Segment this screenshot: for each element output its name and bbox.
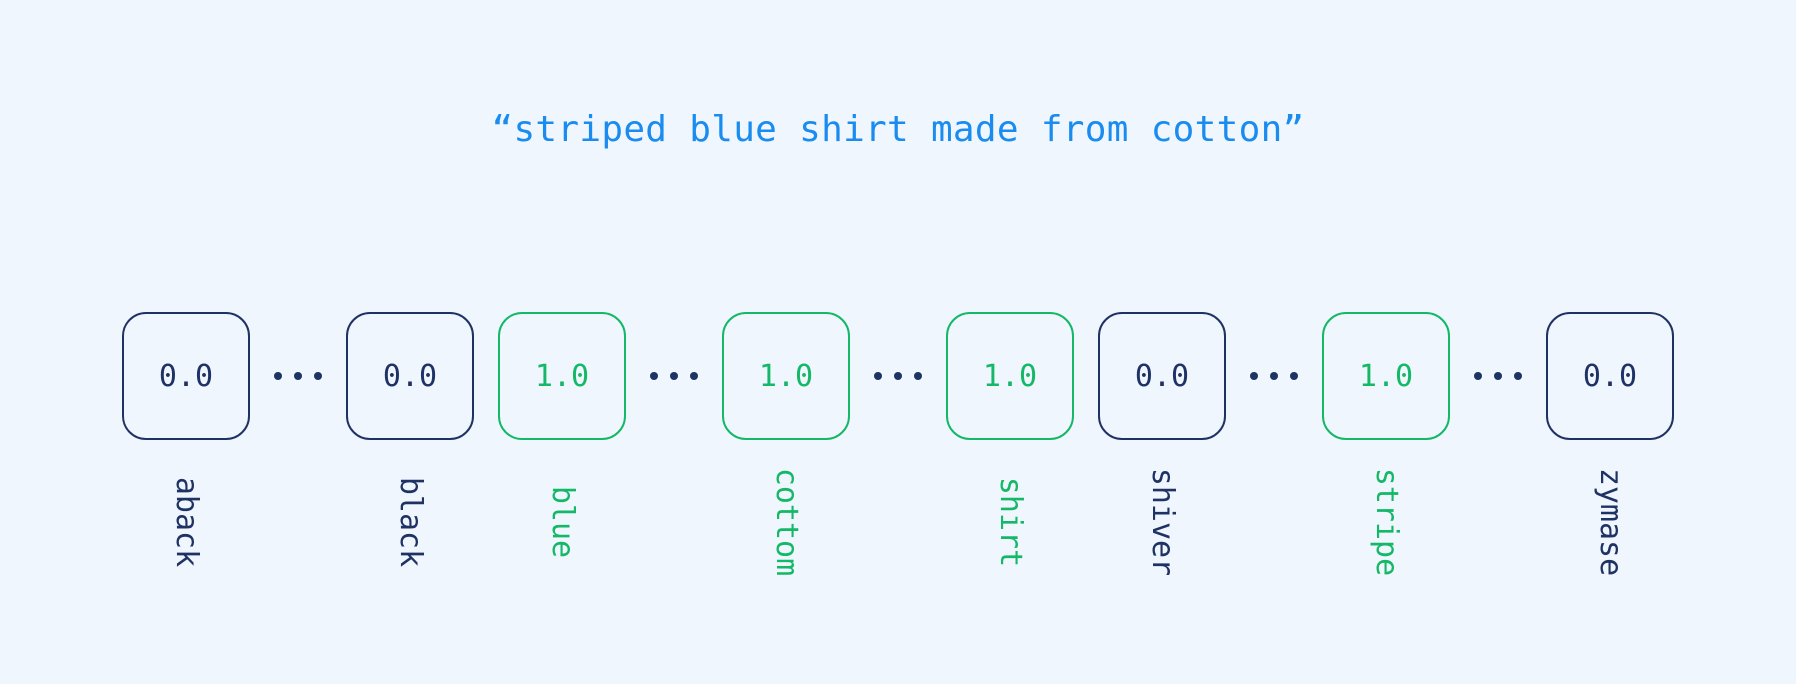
vector-cell-black: 0.0 (346, 312, 474, 440)
ellipsis-icon (874, 372, 922, 380)
vector-cell-shirt: 1.0 (946, 312, 1074, 440)
vector-cell-aback: 0.0 (122, 312, 250, 440)
cell-value: 0.0 (1582, 359, 1638, 394)
cell-value: 0.0 (1134, 359, 1190, 394)
vocab-word: black (393, 476, 428, 568)
vector-cell-zymase: 0.0 (1546, 312, 1674, 440)
query-text: “striped blue shirt made from cotton” (491, 109, 1305, 150)
cell-value: 1.0 (534, 359, 590, 394)
cell-value: 1.0 (982, 359, 1038, 394)
cell-value: 1.0 (758, 359, 814, 394)
vector-cell-shiver: 0.0 (1098, 312, 1226, 440)
vector-cell-blue: 1.0 (498, 312, 626, 440)
vocab-word: aback (169, 476, 204, 568)
cell-value: 0.0 (158, 359, 214, 394)
vocab-word: cottom (769, 467, 804, 577)
ellipsis-icon (1250, 372, 1298, 380)
vocab-word: shiver (1145, 467, 1180, 577)
cell-value: 0.0 (382, 359, 438, 394)
vector-cell-stripe: 1.0 (1322, 312, 1450, 440)
vocab-word: zymase (1593, 467, 1628, 577)
ellipsis-icon (1474, 372, 1522, 380)
vocab-word: blue (545, 485, 580, 559)
ellipsis-icon (650, 372, 698, 380)
ellipsis-icon (274, 372, 322, 380)
vector-cell-cottom: 1.0 (722, 312, 850, 440)
vocab-word: stripe (1369, 467, 1404, 577)
vocab-word: shirt (993, 476, 1028, 568)
cell-value: 1.0 (1358, 359, 1414, 394)
